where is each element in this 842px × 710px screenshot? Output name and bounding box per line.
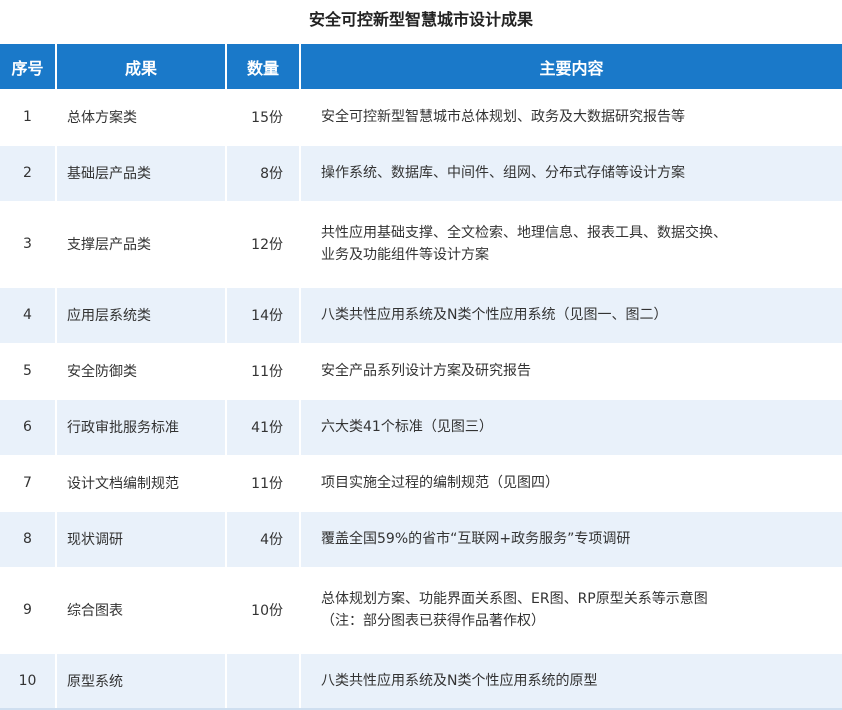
row-content: 总体规划方案、功能界面关系图、ER图、RP原型关系等示意图 （注：部分图表已获得… <box>300 567 842 654</box>
row-result: 设计文档编制规范 <box>56 455 227 512</box>
row-no: 3 <box>0 201 57 288</box>
document-page: 安全可控新型智慧城市设计成果 序号 成果 数量 主要内容 1 总体方案类 15份… <box>0 0 842 710</box>
row-content-line: 六大类41个标准（见图三） <box>321 419 493 435</box>
row-qty-cell: 12份 <box>226 201 301 288</box>
row-result: 安全防御类 <box>56 343 227 400</box>
document-title: 安全可控新型智慧城市设计成果 <box>308 10 533 29</box>
row-content-line: 业务及功能组件等设计方案 <box>321 247 489 263</box>
row-qty-cell: 15份 <box>226 89 301 146</box>
row-result: 原型系统 <box>56 653 227 710</box>
row-result: 现状调研 <box>56 511 227 568</box>
row-no: 6 <box>0 399 57 456</box>
row-qty: 8份 <box>260 166 283 182</box>
row-no: 7 <box>0 455 57 512</box>
table-header-row: 序号 成果 数量 主要内容 <box>0 44 842 89</box>
row-content-line: 共性应用基础支撑、全文检索、地理信息、报表工具、数据交换、 <box>321 225 727 241</box>
row-qty: 11份 <box>251 476 283 492</box>
row-content-line: 安全可控新型智慧城市总体规划、政务及大数据研究报告等 <box>321 108 685 125</box>
row-qty: 10份 <box>251 603 283 619</box>
row-qty: 41份 <box>251 420 283 436</box>
row-qty: 4份 <box>260 532 283 548</box>
row-qty-cell: 4份 <box>226 511 301 568</box>
row-qty-cell <box>226 653 301 710</box>
row-result: 支撑层产品类 <box>56 201 227 288</box>
row-qty: 15份 <box>251 109 283 126</box>
results-table: 序号 成果 数量 主要内容 1 总体方案类 15份 安全可控新型智慧城市总体规划… <box>0 44 842 710</box>
table-row: 7 设计文档编制规范 11份 项目实施全过程的编制规范（见图四） <box>0 455 842 512</box>
table-row: 6 行政审批服务标准 41份 六大类41个标准（见图三） <box>0 399 842 456</box>
row-content: 六大类41个标准（见图三） <box>300 399 842 456</box>
row-content: 操作系统、数据库、中间件、组网、分布式存储等设计方案 <box>300 145 842 202</box>
row-qty-cell: 8份 <box>226 145 301 202</box>
header-no: 序号 <box>0 44 57 89</box>
row-no: 5 <box>0 343 57 400</box>
row-qty-cell: 10份 <box>226 567 301 654</box>
header-qty: 数量 <box>226 44 301 89</box>
row-result: 综合图表 <box>56 567 227 654</box>
row-content-line: 八类共性应用系统及N类个性应用系统的原型 <box>321 672 598 689</box>
row-qty: 12份 <box>251 237 283 253</box>
row-content: 八类共性应用系统及N类个性应用系统的原型 <box>300 653 842 710</box>
header-result: 成果 <box>56 44 227 89</box>
table-row: 10 原型系统 八类共性应用系统及N类个性应用系统的原型 <box>0 653 842 710</box>
row-result: 基础层产品类 <box>56 145 227 202</box>
row-content: 安全产品系列设计方案及研究报告 <box>300 343 842 400</box>
row-content-line: 操作系统、数据库、中间件、组网、分布式存储等设计方案 <box>321 165 685 181</box>
row-content-line: 安全产品系列设计方案及研究报告 <box>321 363 531 379</box>
row-qty-cell: 11份 <box>226 343 301 400</box>
row-content-line: 覆盖全国59%的省市“互联网+政务服务”专项调研 <box>321 531 631 547</box>
table-row: 9 综合图表 10份 总体规划方案、功能界面关系图、ER图、RP原型关系等示意图… <box>0 567 842 654</box>
row-content-line: 八类共性应用系统及N类个性应用系统（见图一、图二） <box>321 307 668 323</box>
row-result: 总体方案类 <box>56 89 227 146</box>
table-row: 8 现状调研 4份 覆盖全国59%的省市“互联网+政务服务”专项调研 <box>0 511 842 568</box>
table-row: 5 安全防御类 11份 安全产品系列设计方案及研究报告 <box>0 343 842 400</box>
row-content-line: 项目实施全过程的编制规范（见图四） <box>321 475 559 491</box>
row-result: 行政审批服务标准 <box>56 399 227 456</box>
row-qty: 11份 <box>251 364 283 380</box>
row-content: 八类共性应用系统及N类个性应用系统（见图一、图二） <box>300 287 842 344</box>
row-qty-cell: 11份 <box>226 455 301 512</box>
row-content: 共性应用基础支撑、全文检索、地理信息、报表工具、数据交换、 业务及功能组件等设计… <box>300 201 842 288</box>
row-content: 项目实施全过程的编制规范（见图四） <box>300 455 842 512</box>
row-content-line: （注：部分图表已获得作品著作权） <box>321 613 545 629</box>
row-result: 应用层系统类 <box>56 287 227 344</box>
header-content: 主要内容 <box>300 44 842 89</box>
row-no: 10 <box>0 653 57 710</box>
table-row: 1 总体方案类 15份 安全可控新型智慧城市总体规划、政务及大数据研究报告等 <box>0 89 842 146</box>
row-no: 1 <box>0 89 57 146</box>
row-no: 4 <box>0 287 57 344</box>
table-row: 4 应用层系统类 14份 八类共性应用系统及N类个性应用系统（见图一、图二） <box>0 287 842 344</box>
row-no: 9 <box>0 567 57 654</box>
row-qty-cell: 14份 <box>226 287 301 344</box>
row-qty-cell: 41份 <box>226 399 301 456</box>
table-row: 3 支撑层产品类 12份 共性应用基础支撑、全文检索、地理信息、报表工具、数据交… <box>0 201 842 288</box>
table-row: 2 基础层产品类 8份 操作系统、数据库、中间件、组网、分布式存储等设计方案 <box>0 145 842 202</box>
row-content-line: 总体规划方案、功能界面关系图、ER图、RP原型关系等示意图 <box>321 591 708 607</box>
row-qty: 14份 <box>251 308 283 324</box>
row-no: 2 <box>0 145 57 202</box>
row-content: 覆盖全国59%的省市“互联网+政务服务”专项调研 <box>300 511 842 568</box>
row-content: 安全可控新型智慧城市总体规划、政务及大数据研究报告等 <box>300 89 842 146</box>
row-no: 8 <box>0 511 57 568</box>
